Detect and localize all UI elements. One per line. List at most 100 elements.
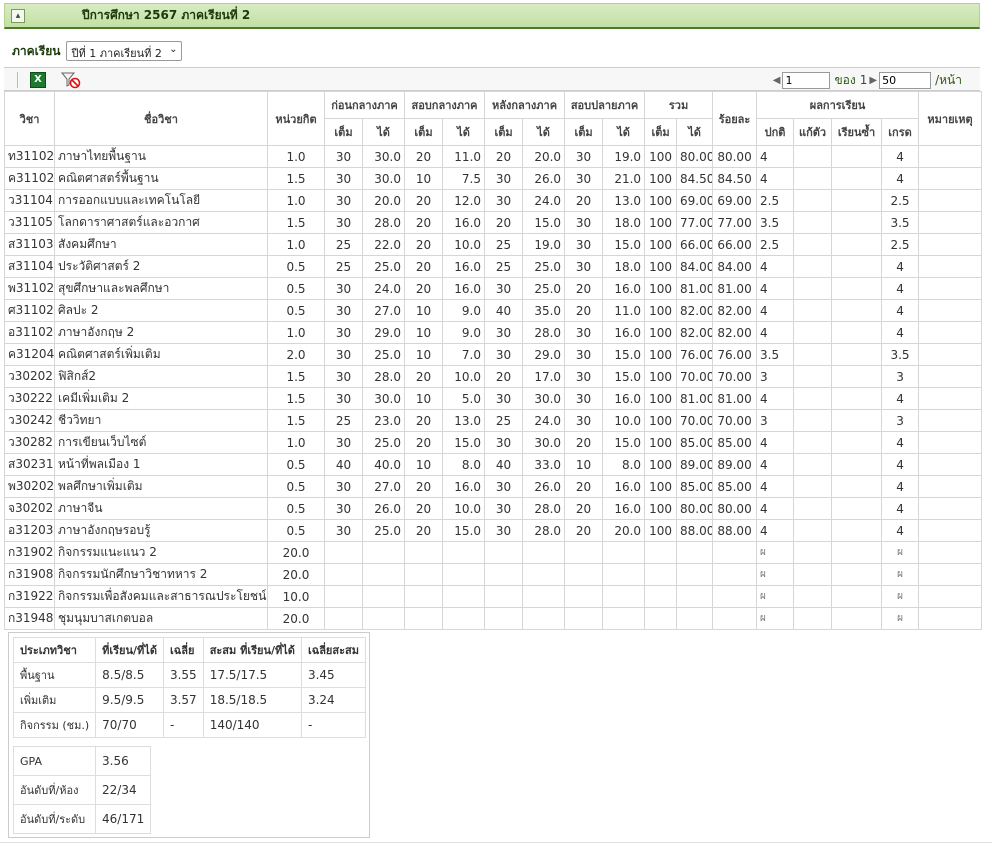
cell-mid-full [404,607,443,630]
cell-repeat [831,189,883,212]
cell-final-got: 8.0 [602,453,646,476]
table-row[interactable]: ค31204 คณิตศาสตร์เพิ่มเติม 2.0 30 25.0 10 7.0 3… [4,343,983,366]
col-header-name[interactable]: ชื่อวิชา [54,91,268,146]
table-row[interactable]: ส30231 หน้าที่พลเมือง 1 0.5 40 40.0 10 8.0 40 33… [4,453,983,476]
table-row[interactable]: ท31102 ภาษาไทยพื้นฐาน 1.0 30 30.0 20 11.0 20 20.… [4,145,983,168]
cell-mid-full: 10 [404,343,443,366]
table-row[interactable]: ส31104 ประวัติศาสตร์ 2 0.5 25 25.0 20 16.0 25 25… [4,255,983,278]
cell-before-full [324,607,363,630]
cell-mid-got: 15.0 [441,519,486,542]
cell-code: ว30202 [4,365,55,388]
table-row[interactable]: อ31203 ภาษาอังกฤษรอบรู้ 0.5 30 25.0 20 15.0 30 2… [4,519,983,542]
cell-total-got: 76.00 [676,343,714,366]
cell-percent [712,585,758,608]
table-row[interactable]: ก31908 กิจกรรมนักศึกษาวิชาทหาร 2 20.0 ผ ผ [4,563,983,586]
col-header-credit[interactable]: หน่วยกิต [267,91,325,146]
table-row[interactable]: ว31105 โลกดาราศาสตร์และอวกาศ 1.5 30 28.0 20 16… [4,211,983,234]
cell-normal: 4 [756,519,795,542]
cell-final-full [564,541,604,564]
col-header-result: ผลการเรียน [756,91,920,119]
cell-after-got [522,541,566,564]
prev-page-icon[interactable]: ◀ [773,75,781,86]
table-row[interactable]: ว30202 ฟิสิกส์2 1.5 30 28.0 20 10.0 20 17.0 30 15.… [4,365,983,388]
page-size-input[interactable] [879,71,932,89]
semester-select-value: ปีที่ 1 ภาคเรียนที่ 2 [71,47,162,60]
next-page-icon[interactable]: ▶ [869,75,877,86]
cell-grade: ผ [881,585,920,608]
cell-mid-full: 10 [404,299,443,322]
semester-select[interactable]: ปีที่ 1 ภาคเรียนที่ 2 ⌄ [66,41,183,61]
table-row[interactable]: อ31102 ภาษาอังกฤษ 2 1.0 30 29.0 10 9.0 30 28.0 30… [4,321,983,344]
cell-name: คณิตศาสตร์พื้นฐาน [54,167,268,190]
cell-total-got [676,541,714,564]
cell-before-got: 27.0 [362,475,405,498]
cell-repeat [831,563,883,586]
cell-grade: 4 [881,497,920,520]
table-row[interactable]: ว30242 ชีววิทยา 1.5 25 23.0 20 13.0 25 24.0 30 10.… [4,409,983,432]
cell-note [918,607,983,630]
cell-normal: 3 [756,409,795,432]
cell-grade: 4 [881,321,920,344]
cell-code: ส31103 [4,233,55,256]
cell-grade: 4 [881,255,920,278]
cell-code: พ30202 [4,475,55,498]
cell-credit: 0.5 [267,519,325,542]
cell-code: ศ31102 [4,299,55,322]
col-header-percent[interactable]: ร้อยละ [712,91,758,146]
cell-final-got: 16.0 [602,277,646,300]
collapse-up-icon[interactable]: ▴ [11,8,25,23]
summary-cell: 3.57 [162,687,204,713]
cell-after-full [484,541,524,564]
cell-fix [793,277,833,300]
table-row[interactable]: ก31948 ชุมนุมบาสเกตบอล 20.0 ผ ผ [4,607,983,630]
cell-normal: 4 [756,167,795,190]
table-row[interactable]: ก31922 กิจกรรมเพื่อสังคมและสาธารณประโยชน์… [4,585,983,608]
cell-total-full: 100 [644,519,678,542]
cell-final-full: 20 [564,299,604,322]
summary-row-additional: เพิ่มเติม 9.5/9.5 3.57 18.5/18.5 3.24 [12,687,366,713]
col-header-note[interactable]: หมายเหตุ [918,91,983,146]
cell-credit: 1.0 [267,145,325,168]
cell-code: ว30242 [4,409,55,432]
table-row[interactable]: ก31902 กิจกรรมแนะแนว 2 20.0 ผ ผ [4,541,983,564]
table-row[interactable]: ว30222 เคมีเพิ่มเติม 2 1.5 30 30.0 10 5.0 30 30.… [4,387,983,410]
cell-before-full: 30 [324,189,363,212]
cell-after-got: 33.0 [522,453,566,476]
pager-of-label: ของ [834,72,856,87]
table-row[interactable]: ว31104 การออกแบบและเทคโนโลยี 1.0 30 20.0 20 12… [4,189,983,212]
cell-after-full: 30 [484,167,524,190]
cell-after-got: 26.0 [522,475,566,498]
cell-total-full: 100 [644,167,678,190]
pager-total-pages: 1 [859,73,868,87]
cell-before-full: 30 [324,387,363,410]
cell-final-full: 30 [564,343,604,366]
cell-repeat [831,607,883,630]
cell-credit: 20.0 [267,563,325,586]
cell-total-got [676,607,714,630]
cell-total-got: 85.00 [676,475,714,498]
summary-header-row: ประเภทวิชา ที่เรียน/ที่ได้ เฉลี่ย สะสม ท… [12,637,366,663]
cell-total-got: 80.00 [676,145,714,168]
cell-after-full: 30 [484,277,524,300]
table-row[interactable]: ว30282 การเขียนเว็บไซต์ 1.0 30 25.0 20 15.0 30 3… [4,431,983,454]
col-header-full: เต็ม [484,118,524,146]
table-row[interactable]: จ30202 ภาษาจีน 0.5 30 26.0 20 10.0 30 28.0 20 16.0… [4,497,983,520]
cell-mid-got: 7.5 [441,167,486,190]
cell-before-full: 30 [324,497,363,520]
table-row[interactable]: ศ31102 ศิลปะ 2 0.5 30 27.0 10 9.0 40 35.0 20 11.0 1… [4,299,983,322]
table-row[interactable]: พ31102 สุขศึกษาและพลศึกษา 0.5 30 24.0 20 16.0 3… [4,277,983,300]
excel-export-icon[interactable]: X [30,72,46,88]
cell-after-got: 29.0 [522,343,566,366]
cell-fix [793,255,833,278]
clear-filter-icon[interactable] [60,71,82,89]
col-header-code[interactable]: วิชา [4,91,55,146]
page-number-input[interactable] [782,71,831,89]
cell-fix [793,585,833,608]
col-header-got: ได้ [602,118,646,146]
cell-note [918,431,983,454]
table-row[interactable]: ส31103 สังคมศึกษา 1.0 25 22.0 20 10.0 25 19.0 30 1… [4,233,983,256]
table-row[interactable]: พ30202 พลศึกษาเพิ่มเติม 0.5 30 27.0 20 16.0 30 2… [4,475,983,498]
summary-cell: เพิ่มเติม [12,687,97,713]
table-row[interactable]: ค31102 คณิตศาสตร์พื้นฐาน 1.5 30 30.0 10 7.5 30 2… [4,167,983,190]
cell-before-got: 22.0 [362,233,405,256]
